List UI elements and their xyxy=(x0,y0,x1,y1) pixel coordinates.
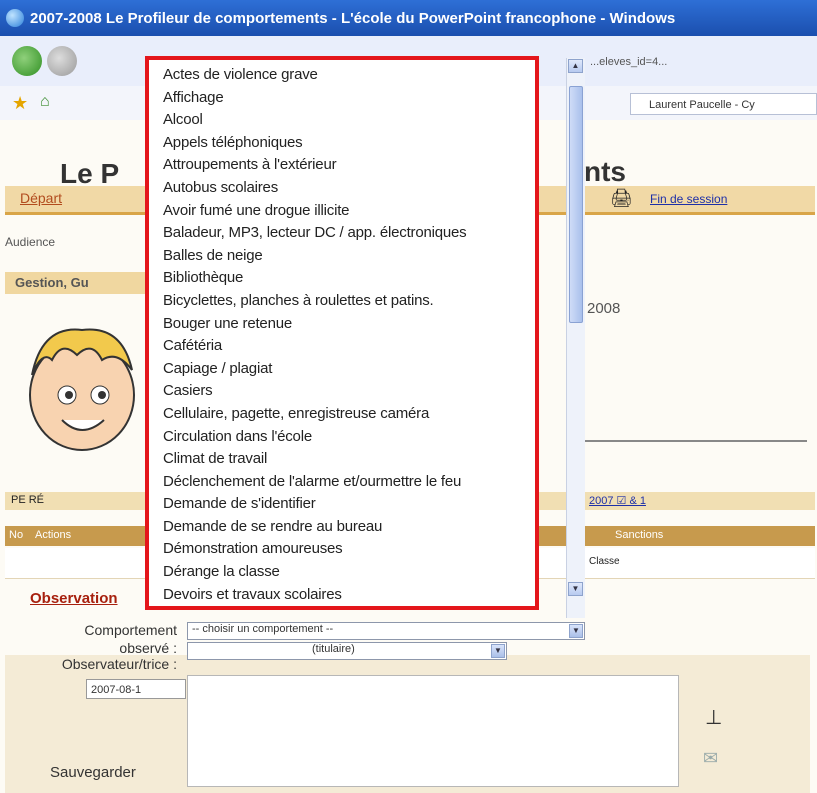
stamp-icon[interactable]: ⊥ xyxy=(705,705,722,730)
year-label: 2008 xyxy=(587,300,621,317)
home-icon[interactable]: ⌂ xyxy=(40,93,50,111)
window-title: 2007-2008 Le Profileur de comportements … xyxy=(30,9,676,27)
timeline-axis xyxy=(585,440,807,442)
behavior-dropdown-list[interactable]: Actes de violence grave Affichage Alcool Ap… xyxy=(145,56,539,610)
gestion-bar: Gestion, Gu xyxy=(5,272,163,294)
printer-icon[interactable]: 🖨 xyxy=(610,188,633,209)
comportement-select-value: -- choisir un comportement -- xyxy=(192,623,334,635)
dropdown-option[interactable]: Élèves en période d'étude xyxy=(163,606,535,610)
dropdown-option[interactable]: Casiers xyxy=(163,380,535,403)
chevron-down-icon[interactable]: ▼ xyxy=(491,644,505,658)
comportement-label: Comportement xyxy=(84,622,177,638)
observateur-select[interactable]: (titulaire) ▼ xyxy=(187,642,507,660)
scroll-up-icon[interactable]: ▲ xyxy=(568,59,583,73)
observateur-select-value: (titulaire) xyxy=(312,643,355,655)
dropdown-option[interactable]: Déclenchement de l'alarme et/ourmettre l… xyxy=(163,471,535,494)
dropdown-options: Actes de violence grave Affichage Alcool Ap… xyxy=(149,60,535,610)
dropdown-option[interactable]: Bicyclettes, planches à roulettes et pat… xyxy=(163,290,535,313)
dropdown-option[interactable]: Demande de se rendre au bureau xyxy=(163,516,535,539)
save-button[interactable]: Sauvegarder xyxy=(25,760,175,786)
back-button[interactable] xyxy=(12,46,42,76)
forward-button[interactable] xyxy=(47,46,77,76)
student-avatar xyxy=(29,328,135,451)
scroll-down-icon[interactable]: ▼ xyxy=(568,582,583,596)
date-field[interactable]: 2007-08-1 xyxy=(86,679,186,699)
browser-tab[interactable]: Laurent Paucelle - Cy xyxy=(630,93,817,115)
dropdown-option[interactable]: Avoir fumé une drogue illicite xyxy=(163,200,535,223)
dropdown-option[interactable]: Affichage xyxy=(163,87,535,110)
dropdown-option[interactable]: Circulation dans l'école xyxy=(163,426,535,449)
chevron-down-icon[interactable]: ▼ xyxy=(569,624,583,638)
observe-label: observé : xyxy=(119,640,177,656)
dropdown-option[interactable]: Climat de travail xyxy=(163,448,535,471)
dropdown-option[interactable]: Actes de violence grave xyxy=(163,64,535,87)
dropdown-option[interactable]: Cellulaire, pagette, enregistreuse camér… xyxy=(163,403,535,426)
dropdown-option[interactable]: Attroupements à l'extérieur xyxy=(163,154,535,177)
audience-label: Audience xyxy=(5,235,56,249)
dropdown-option[interactable]: Bibliothèque xyxy=(163,267,535,290)
col-sanctions: Sanctions xyxy=(615,529,664,541)
dropdown-option[interactable]: Dérange la classe xyxy=(163,561,535,584)
observation-textarea[interactable] xyxy=(187,675,679,787)
fin-session-link[interactable]: Fin de session xyxy=(650,192,727,206)
scroll-thumb[interactable] xyxy=(569,86,583,323)
filter-label: PE RÉ xyxy=(11,494,45,506)
observateur-label: Observateur/trice : xyxy=(61,656,177,672)
dropdown-option[interactable]: Capiage / plagiat xyxy=(163,358,535,381)
address-bar-text[interactable]: ...eleves_id=4... xyxy=(590,56,667,68)
dropdown-option[interactable]: Bouger une retenue xyxy=(163,313,535,336)
dropdown-option[interactable]: Autobus scolaires xyxy=(163,177,535,200)
comportement-select[interactable]: -- choisir un comportement -- ▼ xyxy=(187,622,585,640)
dropdown-option[interactable]: Démonstration amoureuses xyxy=(163,538,535,561)
year-filter-link[interactable]: 2007 ☑ & 1 xyxy=(589,494,646,507)
dropdown-scrollbar[interactable]: ▲ ▼ xyxy=(566,58,585,618)
dropdown-option[interactable]: Cafétéria xyxy=(163,335,535,358)
dropdown-option[interactable]: Baladeur, MP3, lecteur DC / app. électro… xyxy=(163,222,535,245)
window-titlebar: 2007-2008 Le Profileur de comportements … xyxy=(0,0,817,36)
dropdown-option[interactable]: Alcool xyxy=(163,109,535,132)
observations-link[interactable]: Observation xyxy=(30,590,118,607)
favorites-star-icon[interactable]: ★ xyxy=(12,93,28,114)
page-title-right: nts xyxy=(584,156,626,187)
depart-link[interactable]: Départ xyxy=(20,190,62,206)
col-no: No xyxy=(9,529,24,541)
row-classe: Classe xyxy=(589,556,620,567)
tray-icon[interactable]: ✉ xyxy=(703,748,718,769)
dropdown-option[interactable]: Demande de s'identifier xyxy=(163,493,535,516)
dropdown-option[interactable]: Devoirs et travaux scolaires xyxy=(163,584,535,606)
ie-icon xyxy=(6,9,24,27)
dropdown-option[interactable]: Appels téléphoniques xyxy=(163,132,535,155)
col-actions: Actions xyxy=(35,529,72,541)
dropdown-option[interactable]: Balles de neige xyxy=(163,245,535,268)
